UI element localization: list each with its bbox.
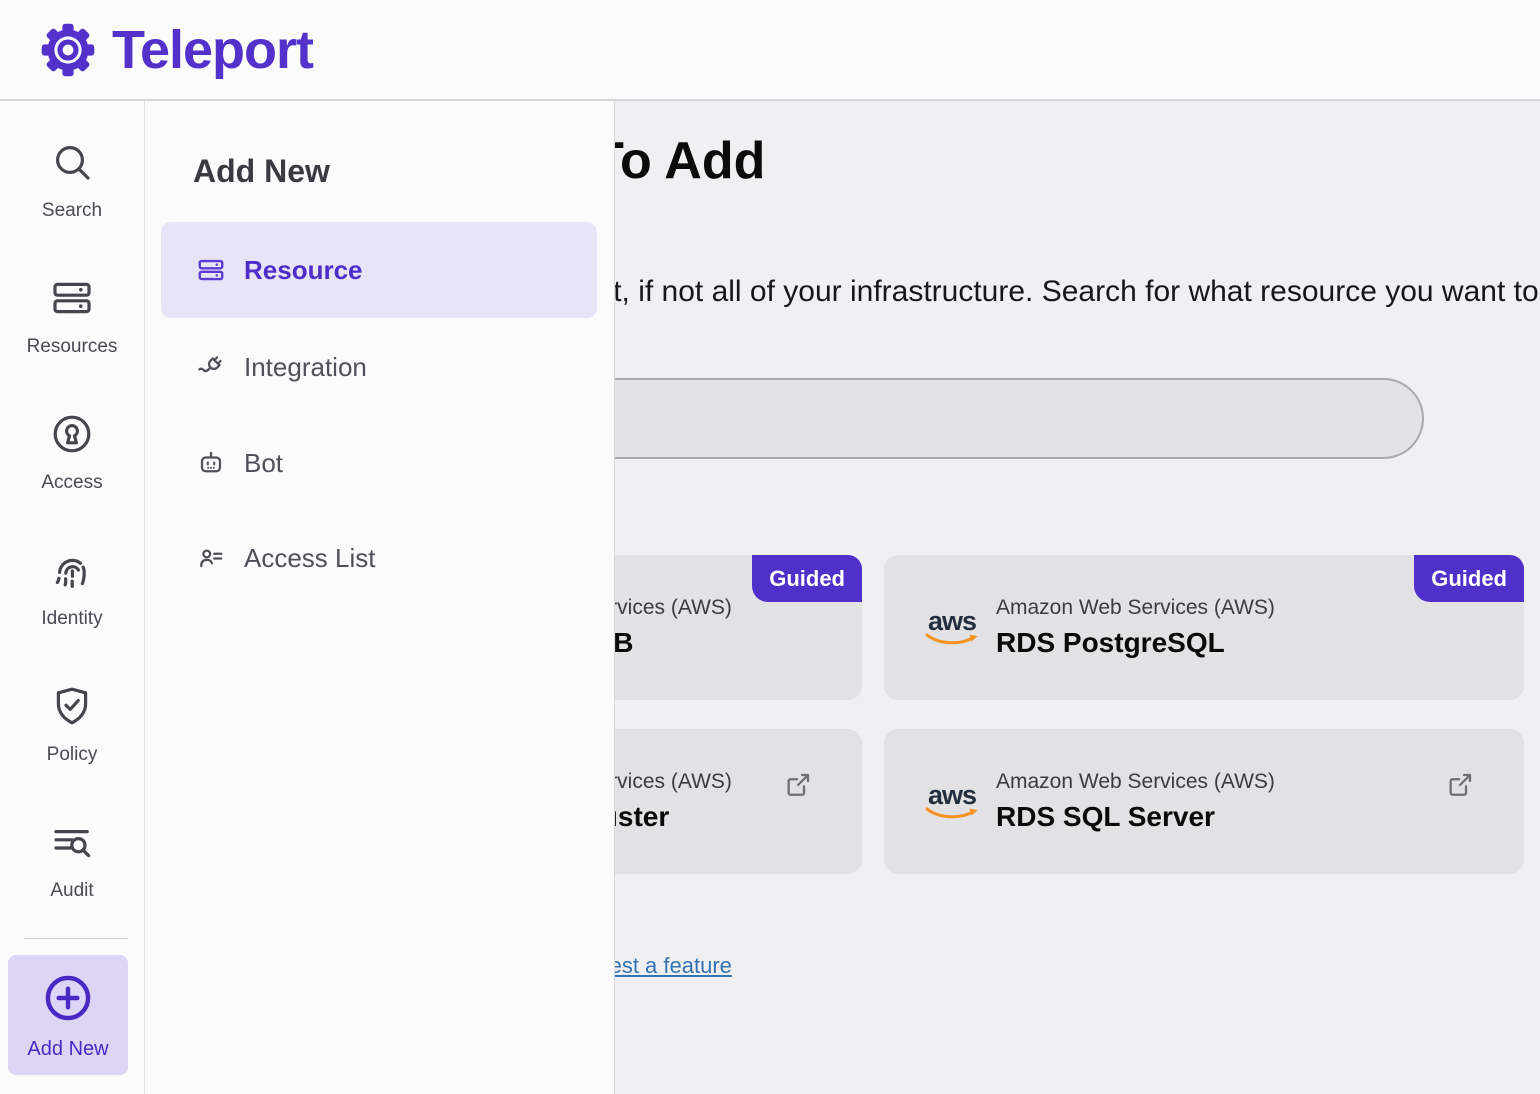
keyhole-icon: [48, 410, 96, 458]
app-header: Teleport: [0, 0, 1540, 101]
guided-badge: Guided: [752, 555, 862, 602]
sidebar-item-search[interactable]: Search: [0, 138, 144, 222]
sidebar-item-identity[interactable]: Identity: [0, 546, 144, 630]
card-provider: Amazon Web Services (AWS): [996, 770, 1275, 794]
fingerprint-icon: [48, 546, 96, 594]
sidebar-item-label: Search: [42, 200, 102, 222]
flyout-item-label: Bot: [244, 448, 283, 479]
teleport-logo[interactable]: Teleport: [38, 19, 313, 81]
guided-badge: Guided: [1414, 555, 1524, 602]
servers-icon: [48, 274, 96, 322]
teleport-app: Select Resource To Add Teleport can conn…: [0, 0, 1540, 1094]
flyout-item-label: Access List: [244, 543, 376, 574]
card-provider: Amazon Web Services (AWS): [996, 596, 1275, 620]
aws-logo: aws: [924, 609, 980, 646]
external-link-icon: [782, 769, 814, 801]
shield-check-icon: [48, 682, 96, 730]
sidebar-item-policy[interactable]: Policy: [0, 682, 144, 766]
sidebar-item-audit[interactable]: Audit: [0, 818, 144, 902]
sidebar-item-access[interactable]: Access: [0, 410, 144, 494]
list-search-icon: [48, 818, 96, 866]
sidebar-item-label: Audit: [50, 880, 93, 902]
resource-card-4[interactable]: aws Amazon Web Services (AWS) RDS SQL Se…: [884, 729, 1524, 874]
resource-card-2[interactable]: aws Amazon Web Services (AWS) RDS Postgr…: [884, 555, 1524, 700]
sidebar-item-label: Policy: [47, 744, 98, 766]
robot-icon: [196, 448, 226, 478]
flyout-item-label: Resource: [244, 255, 363, 286]
brand-name: Teleport: [112, 19, 313, 81]
sidebar-item-label: Add New: [27, 1038, 108, 1061]
flyout-item-access-list[interactable]: Access List: [161, 510, 597, 606]
plus-circle-icon: [40, 970, 96, 1026]
sidebar-nav: Search Resources Access: [0, 101, 145, 1094]
sidebar-item-label: Resources: [27, 336, 118, 358]
flyout-item-label: Integration: [244, 352, 367, 383]
card-title: RDS PostgreSQL: [996, 627, 1275, 659]
flyout-item-integration[interactable]: Integration: [161, 319, 597, 415]
add-new-flyout-panel: Add New Resource: [145, 101, 615, 1094]
gear-icon: [38, 20, 98, 80]
sidebar-item-label: Access: [41, 472, 102, 494]
server-stack-icon: [196, 255, 226, 285]
aws-logo: aws: [924, 783, 980, 820]
external-link-icon: [1444, 769, 1476, 801]
flyout-item-resource[interactable]: Resource: [161, 222, 597, 318]
sidebar-item-label: Identity: [41, 608, 102, 630]
sidebar-divider: [24, 938, 128, 939]
search-icon: [48, 138, 96, 186]
flyout-item-bot[interactable]: Bot: [161, 415, 597, 511]
sidebar-item-resources[interactable]: Resources: [0, 274, 144, 358]
user-list-icon: [196, 543, 226, 573]
card-title: RDS SQL Server: [996, 801, 1275, 833]
flyout-title: Add New: [193, 153, 330, 190]
sidebar-item-add-new[interactable]: Add New: [8, 955, 128, 1075]
plug-icon: [196, 352, 226, 382]
